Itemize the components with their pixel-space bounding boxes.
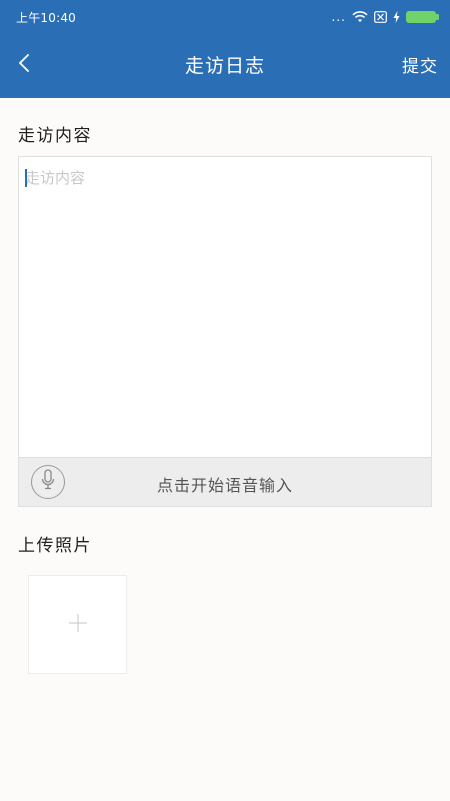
add-photo-button[interactable] (28, 575, 127, 674)
status-time: 上午10:40 (16, 11, 76, 25)
battery-icon (406, 11, 439, 23)
status-bar: 上午10:40 ... (0, 0, 450, 33)
voice-input-bar[interactable]: 点击开始语音输入 (19, 457, 431, 506)
visit-content-textarea[interactable] (19, 157, 431, 457)
plus-icon (67, 612, 89, 638)
content-section-label: 走访内容 (18, 126, 92, 146)
submit-button[interactable]: 提交 (402, 52, 438, 77)
content-box: 点击开始语音输入 (18, 156, 432, 507)
wifi-icon (352, 11, 368, 23)
page-title: 走访日志 (184, 55, 265, 77)
status-icons: ... (331, 9, 439, 25)
text-caret (25, 169, 27, 187)
sim-no-signal-icon (374, 11, 387, 23)
charging-bolt-icon (393, 11, 400, 23)
voice-input-label: 点击开始语音输入 (156, 476, 293, 495)
status-dots: ... (331, 10, 346, 24)
nav-bar: 走访日志 提交 (0, 33, 450, 98)
photos-section-label: 上传照片 (18, 536, 92, 556)
app-header: 上午10:40 ... 走访日志 提交 (0, 0, 450, 98)
app-screen: 上午10:40 ... 走访日志 提交 走访内容 走访内容 点击开始语音输入 上… (0, 0, 450, 801)
